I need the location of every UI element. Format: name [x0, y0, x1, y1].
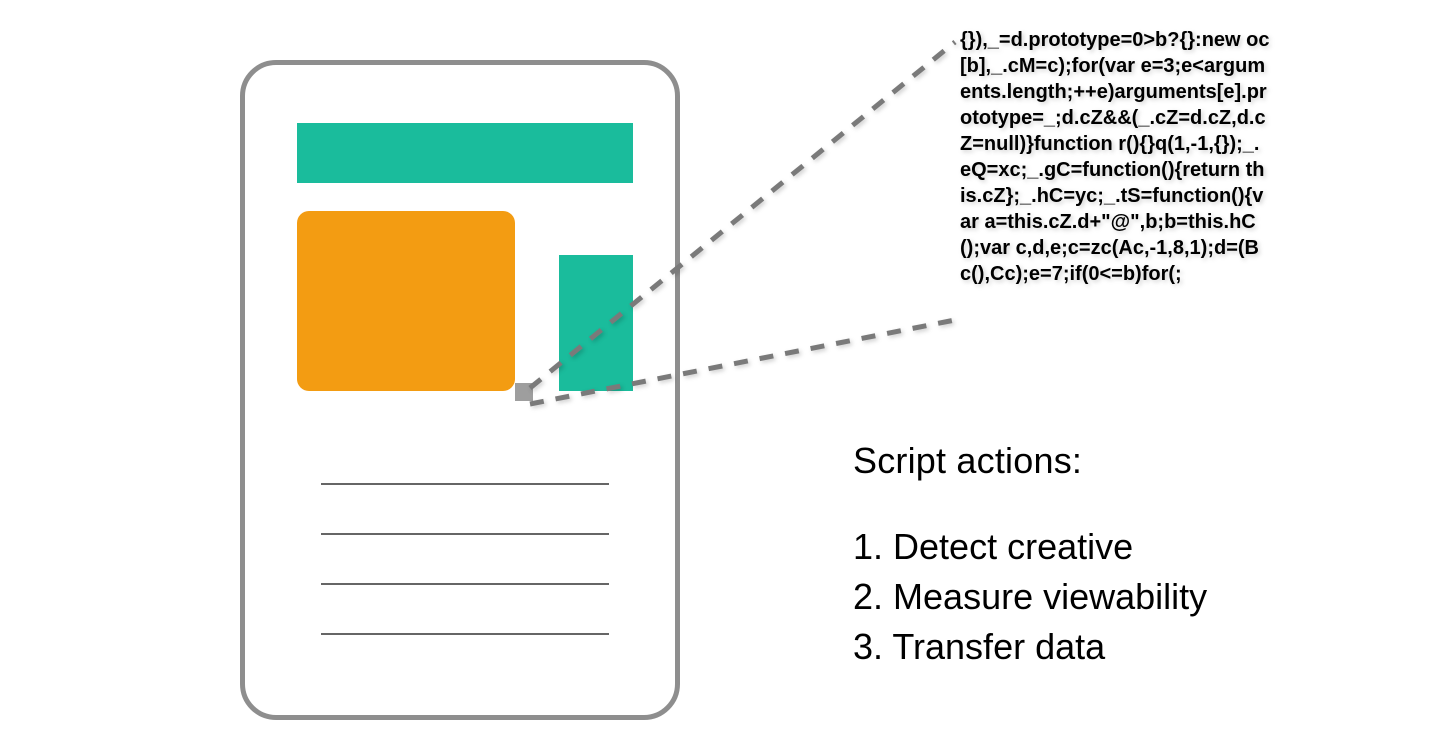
- tracking-pixel: [515, 383, 533, 401]
- script-actions-heading: Script actions:: [853, 440, 1207, 482]
- side-block: [559, 255, 633, 391]
- phone-mockup: [240, 60, 680, 720]
- script-code: {}),_=d.prototype=0>b?{}:new oc[b],_.cM=…: [960, 27, 1270, 287]
- content-line-4: [321, 633, 609, 635]
- action-item-transfer-data: Transfer data: [853, 622, 1207, 672]
- action-item-measure-viewability: Measure viewability: [853, 572, 1207, 622]
- script-actions: Script actions: Detect creative Measure …: [853, 440, 1207, 672]
- ad-creative: [297, 211, 515, 391]
- content-line-3: [321, 583, 609, 585]
- content-line-1: [321, 483, 609, 485]
- action-item-detect-creative: Detect creative: [853, 522, 1207, 572]
- content-line-2: [321, 533, 609, 535]
- header-banner: [297, 123, 633, 183]
- script-actions-list: Detect creative Measure viewability Tran…: [853, 522, 1207, 672]
